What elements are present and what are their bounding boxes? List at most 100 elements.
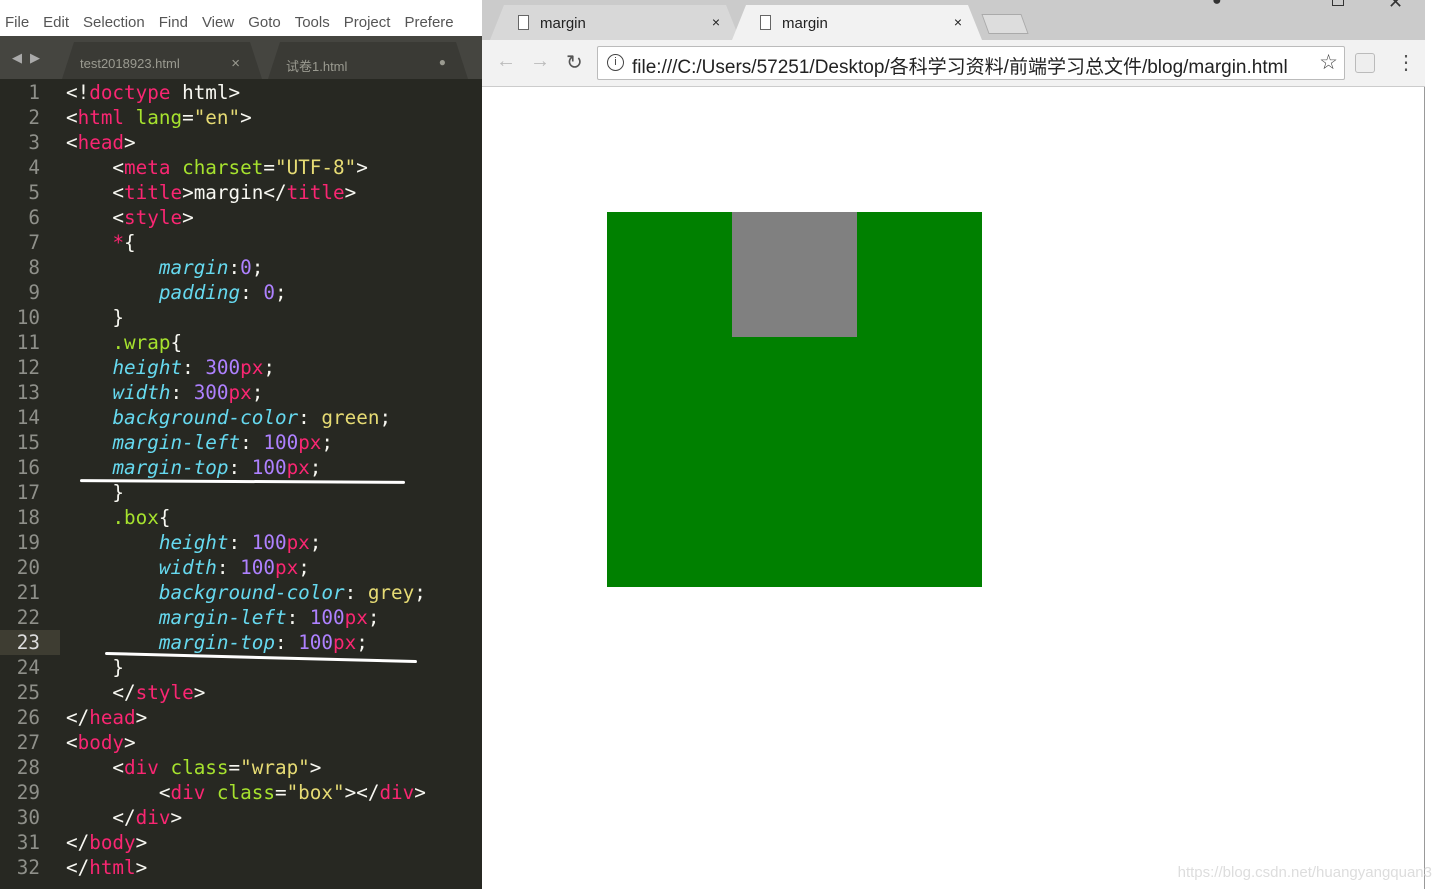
token-txt: ></: [344, 781, 380, 804]
forward-icon[interactable]: →: [530, 50, 550, 73]
menu-item-selection[interactable]: Selection: [83, 14, 145, 31]
token-txt: :: [228, 256, 241, 279]
editor-tab-test2018923[interactable]: test2018923.html ×: [62, 42, 262, 79]
box-div: [732, 212, 857, 337]
token-txt: ;: [367, 606, 380, 629]
browser-toolbar: ← → ↻ i file:///C:/Users/57251/Desktop/各…: [482, 40, 1442, 87]
token-txt: {: [170, 331, 183, 354]
code-line: 7 *{: [0, 230, 482, 255]
address-bar[interactable]: i file:///C:/Users/57251/Desktop/各科学习资料/…: [597, 46, 1345, 80]
line-number: 21: [16, 581, 40, 604]
tab-title: margin: [540, 15, 586, 32]
tab-title: margin: [782, 15, 828, 32]
line-number: 23: [16, 631, 40, 654]
close-icon[interactable]: ×: [712, 14, 720, 30]
token-txt: ;: [263, 356, 275, 379]
token-tag: px: [333, 631, 357, 654]
token-txt: <: [66, 181, 125, 204]
token-txt: <: [66, 131, 78, 154]
menu-kebab-icon[interactable]: ⋮: [1396, 50, 1416, 75]
token-txt: >: [356, 156, 368, 179]
menu-bar: File Edit Selection Find View Goto Tools Projec…: [0, 8, 482, 36]
code-line: 18 .box{: [0, 505, 482, 530]
line-number: 4: [28, 156, 40, 179]
token-txt: ;: [251, 381, 264, 404]
token-txt: <: [66, 781, 171, 804]
new-tab-button[interactable]: [981, 14, 1029, 34]
token-prop: padding: [158, 281, 241, 304]
token-txt: </: [66, 681, 136, 704]
code-line: 32 </html>: [0, 855, 482, 880]
code-line: 28 <div class="wrap">: [0, 755, 482, 780]
token-txt: html>: [170, 81, 241, 104]
sublime-editor: File Edit Selection Find View Goto Tools Projec…: [0, 0, 482, 889]
token-tag: doctype: [89, 81, 171, 104]
code-line: 4 <meta charset="UTF-8">: [0, 155, 482, 180]
token-str: green: [321, 406, 380, 429]
line-number: 1: [28, 81, 40, 104]
token-attr: lang: [135, 106, 183, 129]
token-tag: head: [77, 131, 125, 154]
code-line: 10 }: [0, 305, 482, 330]
token-tag: html: [89, 856, 136, 879]
window-close-icon[interactable]: ✕: [1388, 0, 1403, 13]
line-number: 29: [16, 781, 40, 804]
token-txt: >: [414, 781, 426, 804]
menu-item-edit[interactable]: Edit: [43, 14, 69, 31]
token-tag: px: [286, 531, 310, 554]
menu-item-view[interactable]: View: [202, 14, 234, 31]
bookmark-star-icon[interactable]: ☆: [1319, 50, 1338, 75]
token-tag: div: [135, 806, 171, 829]
reload-icon[interactable]: ↻: [566, 50, 583, 75]
minimize-icon[interactable]: —: [1272, 0, 1288, 8]
menu-item-file[interactable]: File: [5, 14, 29, 31]
menu-item-tools[interactable]: Tools: [295, 14, 330, 31]
menu-item-project[interactable]: Project: [344, 14, 391, 31]
extension-icon[interactable]: [1355, 53, 1375, 73]
tab-nav-left-icon[interactable]: ◀: [12, 50, 22, 66]
maximize-icon[interactable]: [1332, 0, 1344, 6]
code-line: 12 height: 300px;: [0, 355, 482, 380]
line-number: 9: [28, 281, 40, 304]
token-prop: margin-top: [158, 631, 275, 654]
token-tag: px: [286, 456, 310, 479]
token-attr: class: [216, 781, 275, 804]
menu-item-prefere[interactable]: Prefere: [404, 14, 453, 31]
token-txt: =: [182, 106, 194, 129]
menu-item-goto[interactable]: Goto: [248, 14, 281, 31]
info-icon[interactable]: i: [607, 54, 624, 71]
code-line: 31 </body>: [0, 830, 482, 855]
line-number: 30: [16, 806, 40, 829]
profile-icon[interactable]: ●: [1212, 0, 1222, 10]
token-txt: {: [158, 506, 171, 529]
browser-tab-2-active[interactable]: margin ×: [732, 5, 982, 40]
token-txt: >: [135, 831, 148, 854]
line-number: 3: [28, 131, 40, 154]
line-number: 5: [28, 181, 40, 204]
line-number: 10: [16, 306, 40, 329]
close-icon[interactable]: ×: [954, 14, 962, 30]
code-line: 21 background-color: grey;: [0, 580, 482, 605]
unsaved-dot-icon[interactable]: ●: [439, 55, 446, 69]
chrome-browser: margin × margin × ● — ✕ ← → ↻ i file:///…: [482, 0, 1442, 889]
token-tag: html: [77, 106, 125, 129]
token-txt: </: [66, 831, 90, 854]
browser-tab-1[interactable]: margin ×: [490, 5, 740, 40]
line-number: 7: [28, 231, 40, 254]
close-icon[interactable]: ×: [231, 55, 240, 72]
menu-item-find[interactable]: Find: [159, 14, 188, 31]
token-txt: ;: [251, 256, 264, 279]
token-txt: =: [263, 156, 275, 179]
token-txt: }: [66, 306, 125, 329]
editor-tab-shijuan1[interactable]: 试卷1.html ●: [268, 42, 468, 79]
line-number: 26: [16, 706, 40, 729]
code-line: 29 <div class="box"></div>: [0, 780, 482, 805]
tab-nav-right-icon[interactable]: ▶: [30, 50, 40, 66]
token-attr: charset: [182, 156, 264, 179]
token-tag: title: [124, 181, 183, 204]
back-icon[interactable]: ←: [496, 50, 516, 73]
